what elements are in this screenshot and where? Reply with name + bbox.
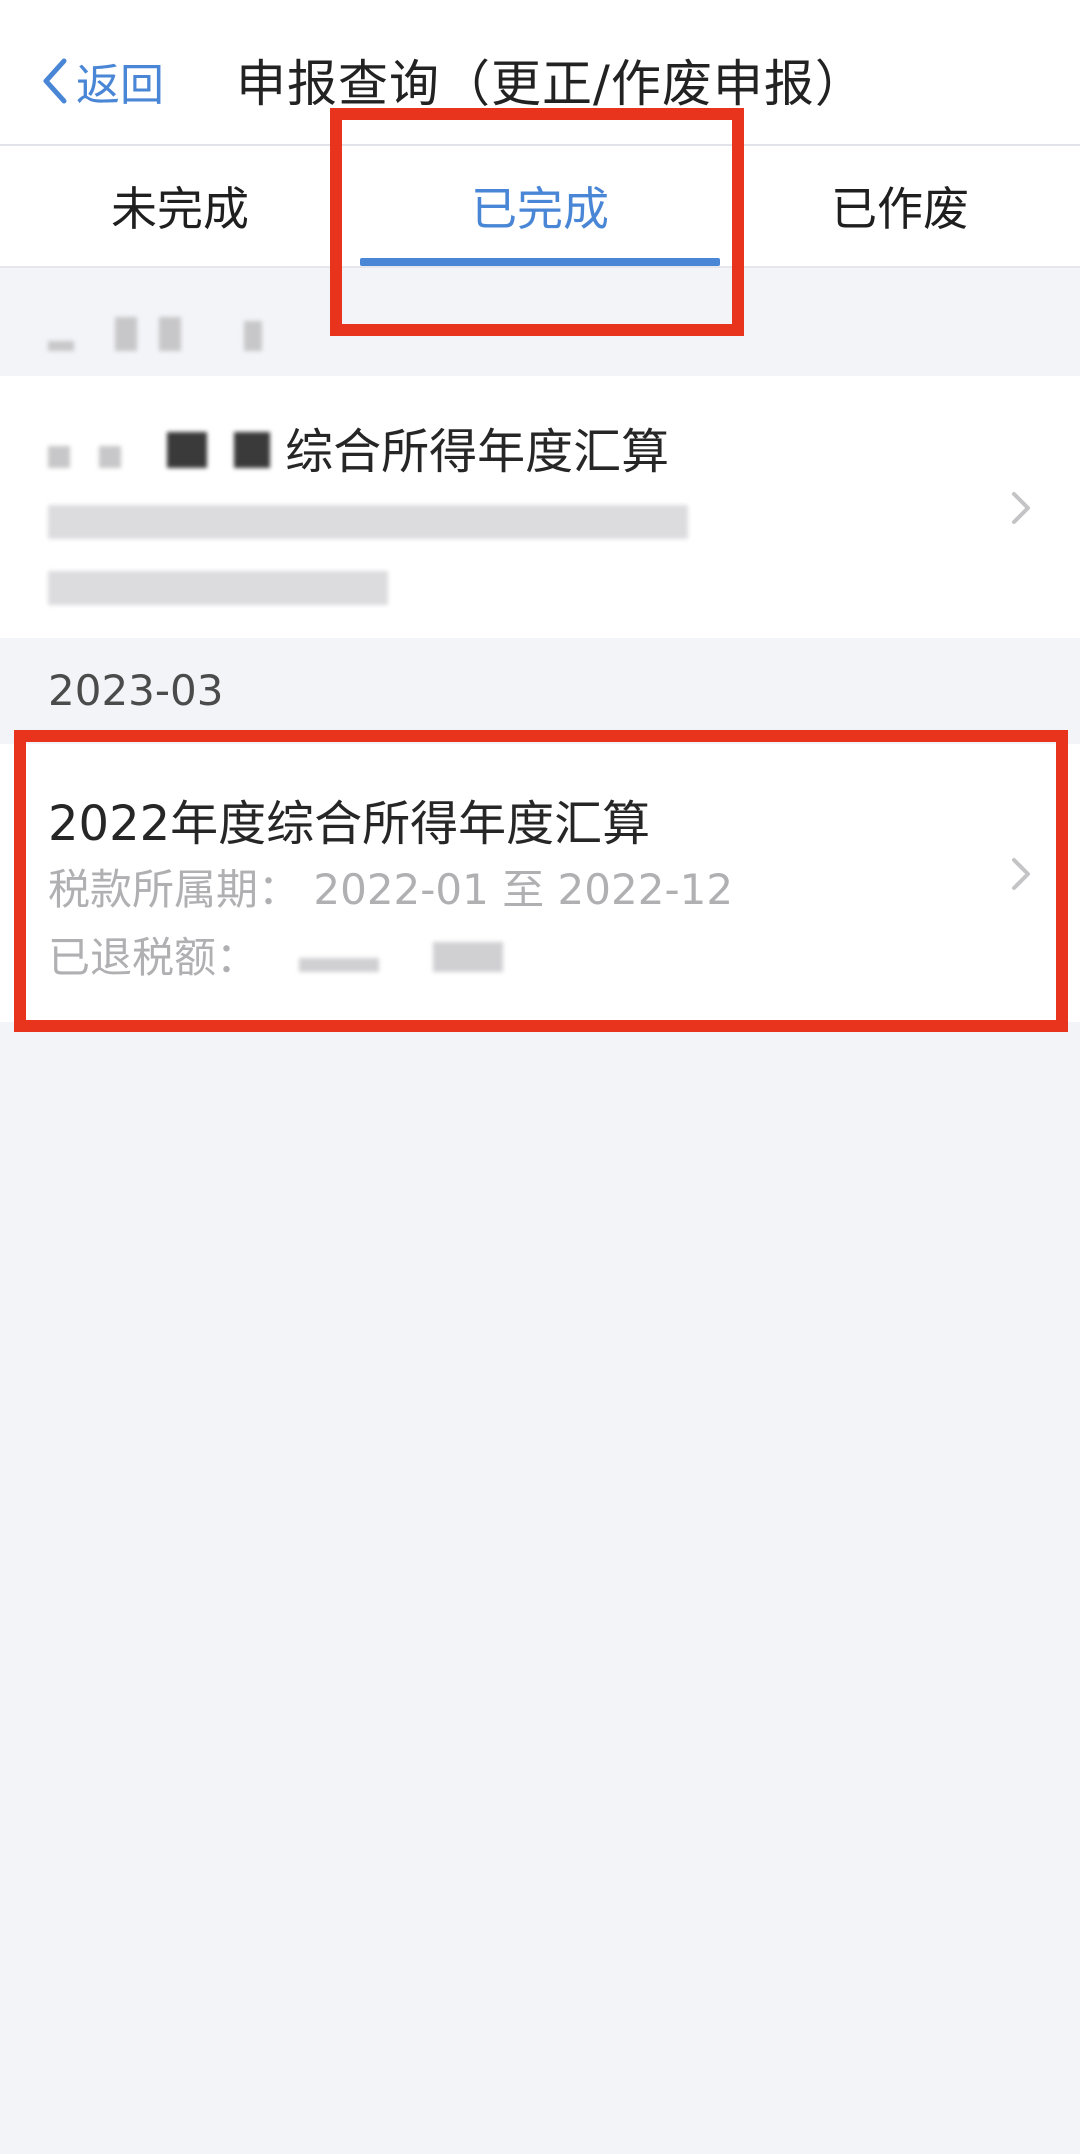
item-title-text: 综合所得年度汇算 xyxy=(285,424,670,480)
redacted-text xyxy=(48,505,688,539)
status-tabs: 未完成 已完成 已作废 xyxy=(0,146,1080,268)
item-period-line: 税款所属期： 2022-01 至 2022-12 xyxy=(48,856,733,917)
redacted-text xyxy=(166,432,207,468)
redacted-text xyxy=(244,321,263,351)
redacted-period-line xyxy=(48,500,688,549)
section-header-redacted xyxy=(48,312,263,352)
list-item[interactable]: 2022年度综合所得年度汇算 税款所属期： 2022-01 至 2022-12 … xyxy=(0,744,1080,1022)
back-button[interactable]: 返回 xyxy=(40,46,164,116)
tab-voided[interactable]: 已作废 xyxy=(720,146,1080,266)
tab-label: 已完成 xyxy=(471,182,609,236)
tab-label: 未完成 xyxy=(111,182,249,236)
redacted-text xyxy=(99,446,122,468)
redacted-text xyxy=(48,446,70,468)
page-title: 申报查询（更正/作废申报） xyxy=(236,55,866,113)
period-value: 2022-01 至 2022-12 xyxy=(313,865,734,914)
nav-header: 返回 申报查询（更正/作废申报） xyxy=(0,0,1080,146)
redacted-text xyxy=(233,432,270,468)
chevron-right-icon xyxy=(1012,858,1030,890)
section-header-month: 2023-03 xyxy=(48,666,224,715)
back-label: 返回 xyxy=(76,60,164,111)
refund-label: 已退税额： xyxy=(48,933,259,982)
tab-label: 已作废 xyxy=(831,182,969,236)
period-label: 税款所属期： xyxy=(48,865,301,914)
redacted-text xyxy=(158,317,181,351)
tab-incomplete[interactable]: 未完成 xyxy=(0,146,360,266)
page: 返回 申报查询（更正/作废申报） 未完成 已完成 已作废 综合所得年度汇算 20… xyxy=(0,0,1080,2154)
chevron-left-icon xyxy=(43,58,67,104)
redacted-text xyxy=(48,571,388,605)
chevron-right-icon xyxy=(1012,492,1030,524)
list-item[interactable]: 综合所得年度汇算 xyxy=(0,376,1080,638)
redacted-text xyxy=(299,958,380,972)
active-tab-indicator xyxy=(360,258,720,266)
redacted-text xyxy=(115,317,138,351)
item-title: 综合所得年度汇算 xyxy=(48,412,669,482)
redacted-amount-line xyxy=(48,566,388,615)
redacted-text xyxy=(48,341,74,351)
redacted-text xyxy=(432,942,503,972)
tab-completed[interactable]: 已完成 xyxy=(360,146,720,266)
item-title: 2022年度综合所得年度汇算 xyxy=(48,796,651,852)
item-refund-line: 已退税额： xyxy=(48,924,503,985)
